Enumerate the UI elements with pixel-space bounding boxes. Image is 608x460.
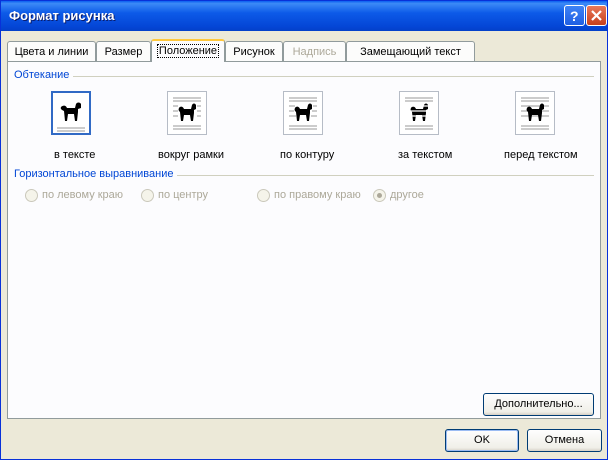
- tab-text-box: Надпись: [283, 41, 346, 61]
- ok-button[interactable]: OK: [445, 429, 519, 452]
- dialog-title: Формат рисунка: [9, 8, 115, 23]
- wrap-square-icon[interactable]: [167, 91, 207, 135]
- tab-panel-position: Обтекание в тексте вокруг рамки по конту…: [7, 61, 601, 419]
- radio-circle: [25, 189, 38, 202]
- format-picture-dialog: Формат рисунка ? Цвета и линии Размер По…: [0, 0, 608, 460]
- wrapping-group-divider: [16, 76, 594, 77]
- radio-align-center-label: по центру: [158, 189, 209, 201]
- tab-colors-lines[interactable]: Цвета и линии: [7, 41, 96, 61]
- wrap-behind-text-label: за текстом: [398, 149, 453, 161]
- svg-text:?: ?: [570, 8, 579, 24]
- radio-align-right-label: по правому краю: [274, 189, 361, 201]
- radio-circle: [373, 189, 386, 202]
- help-button[interactable]: ?: [564, 5, 585, 26]
- wrap-behind-text-icon[interactable]: [399, 91, 439, 135]
- wrap-square-label: вокруг рамки: [158, 149, 224, 161]
- radio-circle: [257, 189, 270, 202]
- alignment-group-title: Горизонтальное выравнивание: [14, 168, 178, 180]
- wrap-in-front-label: перед текстом: [504, 149, 578, 161]
- tab-picture[interactable]: Рисунок: [225, 41, 283, 61]
- wrap-inline-label: в тексте: [54, 149, 96, 161]
- question-icon: ?: [570, 8, 579, 24]
- radio-align-other-label: другое: [390, 189, 424, 201]
- wrap-tight-label: по контуру: [280, 149, 335, 161]
- radio-align-left-label: по левому краю: [42, 189, 124, 201]
- advanced-button[interactable]: Дополнительно...: [483, 393, 594, 416]
- wrapping-group-title: Обтекание: [14, 69, 74, 81]
- close-button[interactable]: [586, 5, 607, 26]
- wrap-inline-icon[interactable]: [51, 91, 91, 135]
- tab-position[interactable]: Положение: [151, 39, 225, 62]
- close-icon: [591, 10, 602, 21]
- tab-size[interactable]: Размер: [96, 41, 151, 61]
- wrap-tight-icon[interactable]: [283, 91, 323, 135]
- cancel-button[interactable]: Отмена: [527, 429, 602, 452]
- wrap-in-front-icon[interactable]: [515, 91, 555, 135]
- radio-circle: [141, 189, 154, 202]
- tab-alt-text[interactable]: Замещающий текст: [346, 41, 475, 61]
- title-bar[interactable]: Формат рисунка ?: [1, 1, 607, 31]
